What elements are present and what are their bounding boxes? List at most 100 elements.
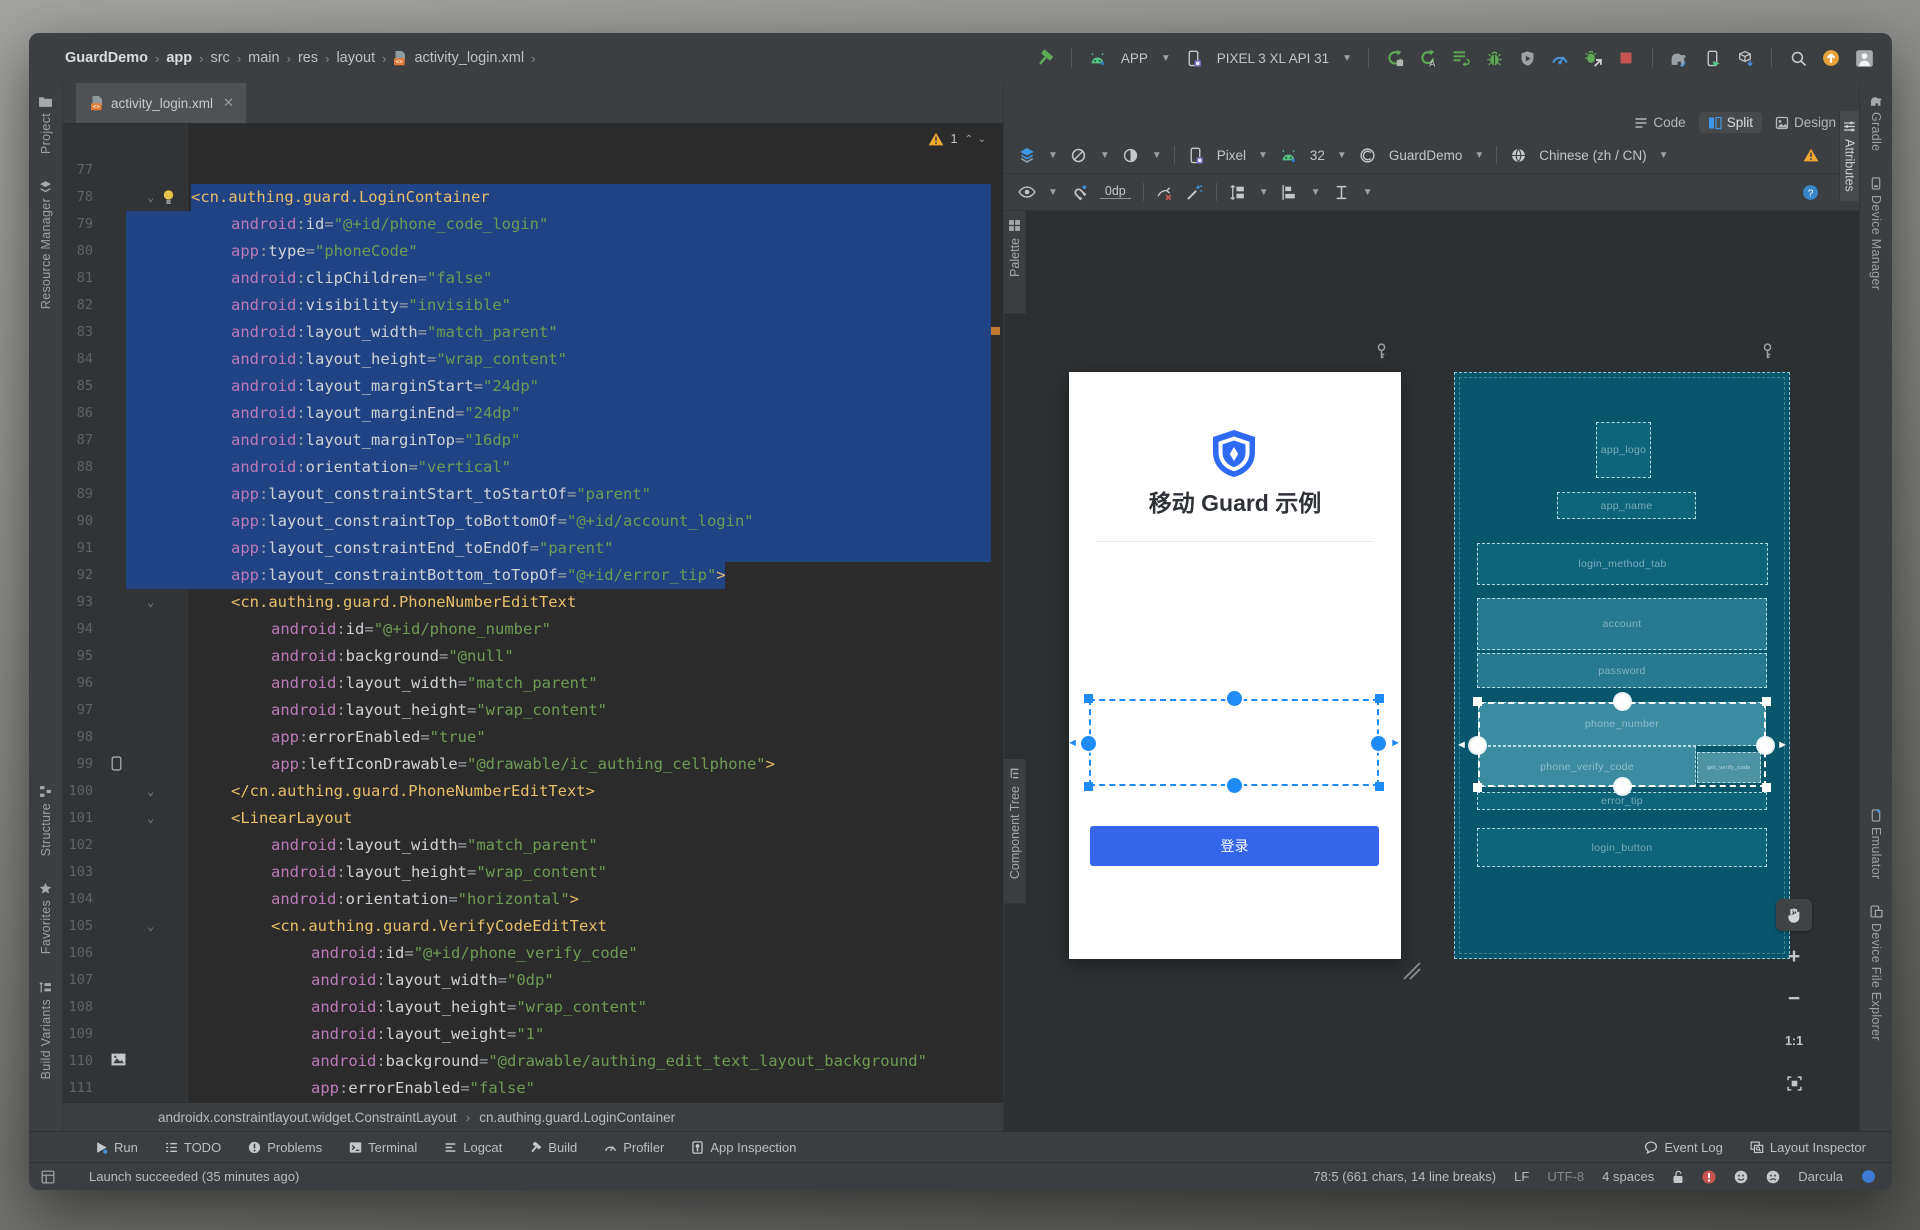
- drawable-preview-icon[interactable]: [111, 756, 122, 771]
- constraint-anchor[interactable]: [1758, 738, 1773, 753]
- fold-marker-icon[interactable]: ⌄: [147, 805, 154, 832]
- code-line-83[interactable]: 83android:layout_width="match_parent": [63, 319, 1003, 346]
- breadcrumb-item[interactable]: activity_login.xml: [414, 50, 524, 66]
- code-line-97[interactable]: 97android:layout_height="wrap_content": [63, 697, 1003, 724]
- smile-feedback-icon[interactable]: [1734, 1170, 1748, 1184]
- breadcrumb-item[interactable]: GuardDemo: [65, 50, 148, 66]
- code-line-111[interactable]: 111app:errorEnabled="false": [63, 1075, 1003, 1102]
- code-line-103[interactable]: 103android:layout_height="wrap_content": [63, 859, 1003, 886]
- help-icon[interactable]: ?: [1802, 184, 1819, 201]
- tab-attributes[interactable]: Attributes: [1839, 111, 1859, 201]
- code-editor[interactable]: 1 ⌃ ⌄ 7778⌄<cn.authing.guard.LoginContai…: [63, 124, 1003, 1102]
- lock-icon[interactable]: [1672, 1170, 1684, 1184]
- mode-split[interactable]: Split: [1699, 112, 1762, 133]
- update-icon[interactable]: [1821, 48, 1841, 68]
- indent-setting[interactable]: 4 spaces: [1602, 1169, 1654, 1184]
- chevron-down-icon[interactable]: ▼: [1259, 187, 1269, 198]
- constraint-anchor[interactable]: [1470, 738, 1485, 753]
- pack2-icon[interactable]: [1281, 183, 1299, 201]
- toolwindow-button-build[interactable]: Build: [529, 1140, 577, 1155]
- blueprint-box-password[interactable]: password: [1477, 653, 1767, 688]
- code-line-104[interactable]: 104android:orientation="horizontal">: [63, 886, 1003, 913]
- chevron-down-icon[interactable]: ▼: [1100, 150, 1110, 161]
- pack3-icon[interactable]: [1333, 183, 1351, 201]
- sync-status-icon[interactable]: [1861, 1169, 1876, 1184]
- toolbar-label[interactable]: PIXEL 3 XL API 31: [1217, 51, 1329, 66]
- tab-activity-login-xml[interactable]: <> activity_login.xml ✕: [76, 83, 246, 123]
- file-encoding[interactable]: UTF-8: [1547, 1169, 1584, 1184]
- inspection-widget[interactable]: 1 ⌃ ⌄: [928, 132, 988, 146]
- code-line-86[interactable]: 86android:layout_marginEnd="24dp": [63, 400, 1003, 427]
- debugattach-icon[interactable]: [1583, 48, 1603, 68]
- blueprint-box-error_tip[interactable]: error_tip: [1477, 792, 1767, 810]
- theme-name[interactable]: Darcula: [1798, 1169, 1843, 1184]
- intention-bulb-icon[interactable]: [162, 189, 175, 206]
- code-line-105[interactable]: 105⌄<cn.authing.guard.VerifyCodeEditText: [63, 913, 1003, 940]
- blueprint-phone[interactable]: app_logoapp_namelogin_method_tabaccountp…: [1454, 372, 1790, 959]
- code-line-87[interactable]: 87android:layout_marginTop="16dp": [63, 427, 1003, 454]
- code-line-95[interactable]: 95android:background="@null": [63, 643, 1003, 670]
- code-line-102[interactable]: 102android:layout_width="match_parent": [63, 832, 1003, 859]
- blueprint-box-login_button[interactable]: login_button: [1477, 828, 1767, 867]
- breadcrumb-item[interactable]: src: [210, 50, 229, 66]
- chevron-down-icon[interactable]: ▼: [1337, 150, 1347, 161]
- warning-icon[interactable]: [1803, 148, 1819, 162]
- toolwindow-button-run[interactable]: Run: [95, 1140, 138, 1155]
- resize-handle[interactable]: [1084, 782, 1093, 791]
- toolwindow-button-todo[interactable]: TODO: [165, 1140, 221, 1155]
- sidebar-item-device-manager[interactable]: Device Manager: [1869, 177, 1883, 290]
- line-ending[interactable]: LF: [1514, 1169, 1529, 1184]
- chevron-down-icon[interactable]: ▼: [1161, 53, 1171, 64]
- constraint-anchor[interactable]: [1227, 691, 1242, 706]
- mode-code[interactable]: Code: [1625, 112, 1694, 133]
- code-line-93[interactable]: 93⌄<cn.authing.guard.PhoneNumberEditText: [63, 589, 1003, 616]
- rerun-icon[interactable]: [1385, 48, 1405, 68]
- sidebar-item-gradle[interactable]: Gradle: [1869, 95, 1884, 151]
- resize-handle[interactable]: [1473, 697, 1482, 706]
- chevron-down-icon[interactable]: ▼: [1311, 187, 1321, 198]
- breadcrumb[interactable]: GuardDemo›app›src›main›res›layout›<>acti…: [65, 50, 535, 66]
- devicephone-icon[interactable]: [1184, 48, 1204, 68]
- zoom-to-fit-button[interactable]: [1776, 1067, 1812, 1099]
- resize-handle[interactable]: [1762, 697, 1771, 706]
- code-line-85[interactable]: 85android:layout_marginStart="24dp": [63, 373, 1003, 400]
- debug-icon[interactable]: [1484, 48, 1504, 68]
- stop-icon[interactable]: [1616, 48, 1636, 68]
- code-line-81[interactable]: 81android:clipChildren="false": [63, 265, 1003, 292]
- clearc-icon[interactable]: [1156, 183, 1174, 201]
- sidebar-item-emulator[interactable]: Emulator: [1869, 809, 1883, 879]
- resize-handle[interactable]: [1473, 783, 1482, 792]
- toolwindow-button-inspection[interactable]: App Inspection: [691, 1140, 796, 1155]
- toolwindow-button-logcat[interactable]: Logcat: [444, 1140, 502, 1155]
- zoom-1to1-button[interactable]: 1:1: [1776, 1025, 1812, 1057]
- code-line-99[interactable]: 99app:leftIconDrawable="@drawable/ic_aut…: [63, 751, 1003, 778]
- selected-widget-design[interactable]: ◄►: [1089, 699, 1379, 786]
- magnet-icon[interactable]: [1070, 183, 1088, 201]
- toolwindow-button-terminal[interactable]: Terminal: [349, 1140, 417, 1155]
- toolwindow-button-profiler[interactable]: Profiler: [604, 1140, 664, 1155]
- sidebar-item-structure[interactable]: Structure: [39, 785, 53, 856]
- chevron-down-icon[interactable]: ▼: [1474, 150, 1484, 161]
- breadcrumb-item[interactable]: layout: [336, 50, 375, 66]
- sidebar-item-resource-manager[interactable]: Resource Manager: [39, 180, 53, 309]
- themec-icon[interactable]: [1359, 146, 1377, 164]
- chevron-down-icon[interactable]: ▼: [1152, 150, 1162, 161]
- breadcrumb-item[interactable]: res: [298, 50, 318, 66]
- resize-handle[interactable]: [1762, 783, 1771, 792]
- caret-position[interactable]: 78:5 (661 chars, 14 line breaks): [1313, 1169, 1496, 1184]
- fold-marker-icon[interactable]: ⌄: [147, 778, 154, 805]
- resize-handle[interactable]: [1375, 782, 1384, 791]
- fold-marker-icon[interactable]: ⌄: [147, 589, 154, 616]
- mode-design[interactable]: Design: [1766, 112, 1845, 133]
- default-margin-selector[interactable]: 0dp: [1100, 184, 1131, 199]
- blueprint-box-account[interactable]: account: [1477, 598, 1767, 650]
- xml-breadcrumb-item[interactable]: cn.authing.guard.LoginContainer: [479, 1110, 675, 1125]
- xml-breadcrumb[interactable]: androidx.constraintlayout.widget.Constra…: [63, 1102, 1003, 1131]
- zoom-out-button[interactable]: −: [1776, 983, 1812, 1015]
- pack1-icon[interactable]: [1229, 183, 1247, 201]
- eye-icon[interactable]: [1018, 183, 1036, 201]
- pan-hand-button[interactable]: [1776, 899, 1812, 931]
- code-line-110[interactable]: 110android:background="@drawable/authing…: [63, 1048, 1003, 1075]
- sidebar-item-favorites[interactable]: Favorites: [39, 882, 53, 954]
- breadcrumb-item[interactable]: app: [166, 50, 192, 66]
